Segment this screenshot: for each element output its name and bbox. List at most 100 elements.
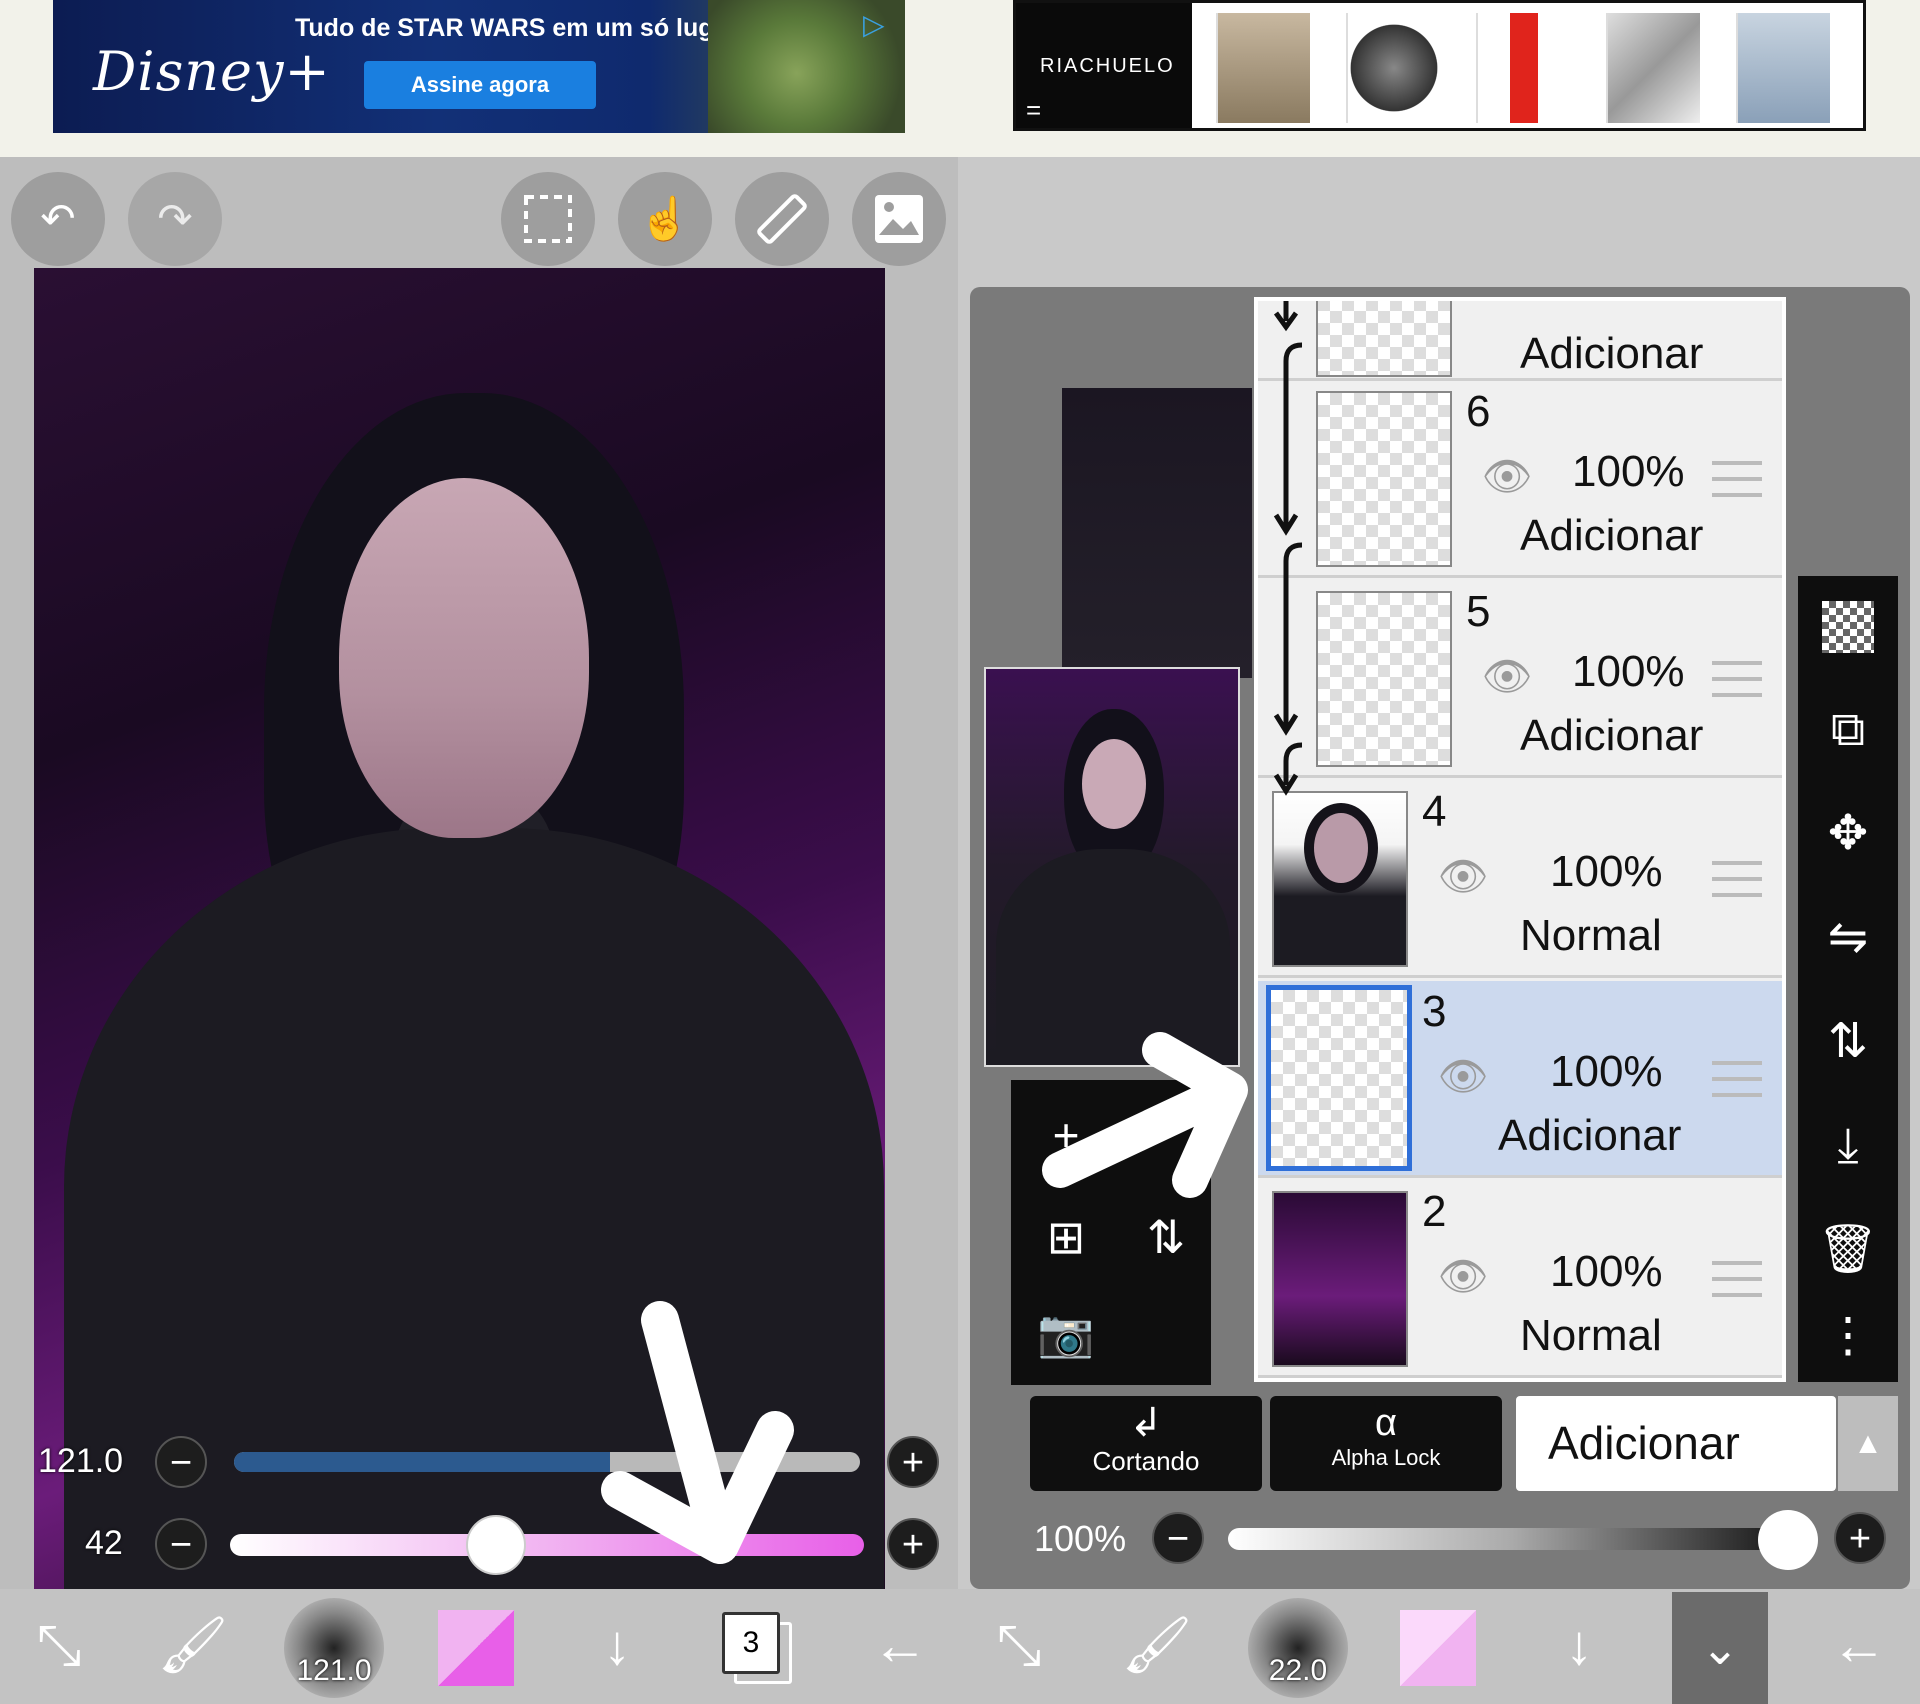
brush-size-indicator[interactable]: 22.0	[1248, 1598, 1348, 1698]
layer-number: 2	[1422, 1187, 1447, 1236]
layer-item[interactable]: 6 👁 100% Adicionar	[1258, 381, 1782, 578]
drag-handle-icon[interactable]	[1712, 461, 1762, 497]
layer-item[interactable]: 5 👁 100% Adicionar	[1258, 581, 1782, 778]
layers-list[interactable]: Adicionar 6 👁 100% Adicionar 5 👁 100% Ad…	[1254, 297, 1786, 1382]
layer-opacity-increase-button[interactable]: +	[1834, 1512, 1886, 1564]
visibility-eye-icon[interactable]: 👁	[1432, 1257, 1494, 1297]
drag-handle-icon[interactable]	[1712, 1061, 1762, 1097]
layer-opacity-knob[interactable]	[1758, 1510, 1818, 1570]
visibility-eye-icon[interactable]: 👁	[1432, 1057, 1494, 1097]
brush-size-indicator[interactable]: 121.0	[284, 1598, 384, 1698]
blend-mode-dropdown-icon[interactable]: ▲	[1838, 1396, 1898, 1491]
product-curtains-image[interactable]	[1216, 13, 1310, 123]
arrow-down-icon[interactable]: ↓	[1534, 1600, 1624, 1690]
arrow-down-icon[interactable]: ↓	[572, 1600, 662, 1690]
collapse-layers-button[interactable]: ⌄	[1672, 1592, 1768, 1704]
layer-item[interactable]: 4 👁 100% Normal	[1258, 781, 1782, 978]
layers-button[interactable]: 3	[722, 1612, 792, 1684]
color-swatch[interactable]	[438, 1610, 514, 1686]
product-stroller-image[interactable]	[1346, 13, 1440, 123]
more-options-icon[interactable]: ⋮	[1798, 1286, 1898, 1386]
riachuelo-brand-block: RIACHUELO =	[1016, 3, 1192, 128]
opacity-decrease-button[interactable]: −	[155, 1518, 207, 1570]
blend-mode-select[interactable]: Adicionar	[1516, 1396, 1836, 1491]
layer-number: 5	[1466, 587, 1491, 636]
undo-button[interactable]: ↶	[11, 172, 105, 266]
hand-tool-button[interactable]: ☝	[618, 172, 712, 266]
tool-switch-icon[interactable]: ⤡	[974, 1600, 1064, 1690]
visibility-eye-icon[interactable]: 👁	[1476, 457, 1538, 497]
layer-thumbnail	[1316, 301, 1452, 377]
annotation-arrow-down	[601, 1301, 794, 1564]
brush-size-indicator-label: 121.0	[296, 1654, 372, 1687]
redo-button[interactable]: ↷	[128, 172, 222, 266]
color-swatch[interactable]	[1400, 1610, 1476, 1686]
layer-opacity-decrease-button[interactable]: −	[1152, 1512, 1204, 1564]
layer-thumbnail-portrait	[1314, 813, 1368, 883]
transparent-fill-icon[interactable]	[1798, 576, 1898, 676]
annotation-arrow-right	[1042, 1032, 1248, 1198]
ad-tagline: Tudo de STAR WARS em um só lugar	[295, 14, 738, 42]
menu-icon: =	[1026, 95, 1042, 125]
layer-number: 3	[1422, 987, 1447, 1036]
clipping-icon: ↲	[1129, 1401, 1163, 1445]
selection-icon	[524, 195, 572, 243]
image-icon	[875, 195, 923, 243]
flip-horizontal-icon[interactable]: ⇋	[1798, 888, 1898, 988]
merge-down-icon[interactable]: ⤓	[1798, 1096, 1898, 1196]
layer-blend-mode: Adicionar	[1498, 1111, 1682, 1160]
clipping-button[interactable]: ↲ Cortando	[1030, 1396, 1262, 1491]
riachuelo-ad-banner[interactable]: RIACHUELO =	[1013, 0, 1866, 131]
layer-count: 3	[722, 1612, 780, 1674]
drag-handle-icon[interactable]	[1712, 661, 1762, 697]
flip-vertical-icon[interactable]: ⇅	[1798, 992, 1898, 1092]
layer-thumbnail	[1316, 391, 1452, 567]
brush-size-decrease-button[interactable]: −	[155, 1436, 207, 1488]
layer-opacity-value: 100%	[1034, 1518, 1127, 1559]
trash-icon[interactable]: 🗑	[1798, 1200, 1898, 1300]
product-dress-image[interactable]	[1476, 13, 1570, 123]
back-arrow-icon[interactable]: ←	[855, 1600, 945, 1690]
selection-button[interactable]	[501, 172, 595, 266]
layer-thumbnail	[1316, 591, 1452, 767]
drag-handle-icon[interactable]	[1712, 1261, 1762, 1297]
opacity-increase-button[interactable]: +	[887, 1518, 939, 1570]
layer-blend-mode: Normal	[1520, 1311, 1662, 1360]
portrait-face	[339, 478, 589, 838]
layer-blend-mode: Adicionar	[1520, 511, 1704, 560]
layer-thumbnail	[1266, 985, 1412, 1171]
canvas-thumbnail[interactable]	[984, 667, 1240, 1067]
brand-name: RIACHUELO	[1040, 55, 1175, 77]
move-icon[interactable]: ✥	[1798, 784, 1898, 884]
back-arrow-icon[interactable]: ←	[1814, 1600, 1904, 1690]
redo-icon: ↷	[157, 195, 193, 242]
brush-size-increase-button[interactable]: +	[887, 1436, 939, 1488]
layer-transform-icon[interactable]: ⧉	[1798, 680, 1898, 780]
thumbnail-face	[1082, 739, 1146, 829]
layer-opacity: 100%	[1550, 1047, 1663, 1096]
layer-item[interactable]: Adicionar	[1258, 301, 1782, 381]
material-button[interactable]	[852, 172, 946, 266]
layer-item[interactable]: 2 👁 100% Normal	[1258, 1181, 1782, 1378]
camera-icon[interactable]: 📷	[1021, 1288, 1111, 1378]
ad-choices-icon[interactable]: ▷	[863, 8, 897, 42]
disney-ad-banner[interactable]: Disney+ Tudo de STAR WARS em um só lugar…	[53, 0, 905, 133]
drag-handle-icon[interactable]	[1712, 861, 1762, 897]
brush-icon[interactable]: 🖌	[1112, 1600, 1202, 1690]
visibility-eye-icon[interactable]: 👁	[1476, 657, 1538, 697]
subscribe-button[interactable]: Assine agora	[364, 61, 596, 109]
visibility-eye-icon[interactable]: 👁	[1432, 857, 1494, 897]
tool-switch-icon[interactable]: ⤡	[14, 1600, 104, 1690]
layer-opacity-slider[interactable]	[1228, 1510, 1818, 1570]
ruler-button[interactable]	[735, 172, 829, 266]
checker-icon	[1822, 601, 1874, 653]
alpha-lock-label: Alpha Lock	[1331, 1445, 1441, 1470]
double-chevron-down-icon: ⌄	[1700, 1622, 1740, 1674]
alpha-lock-button[interactable]: α Alpha Lock	[1270, 1396, 1502, 1491]
product-bedding-image[interactable]	[1606, 13, 1700, 123]
layer-opacity: 100%	[1550, 847, 1663, 896]
product-bedspread-image[interactable]	[1736, 13, 1830, 123]
brush-icon[interactable]: 🖌	[148, 1600, 238, 1690]
opacity-slider-knob[interactable]	[466, 1515, 527, 1575]
layer-item-selected[interactable]: 3 👁 100% Adicionar	[1258, 981, 1782, 1178]
